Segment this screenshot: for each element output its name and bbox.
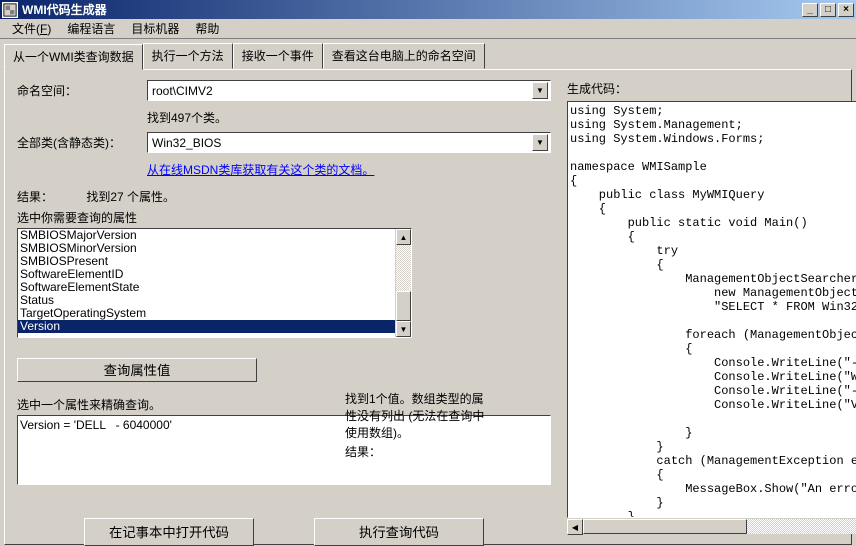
result-info: 找到27 个属性。 bbox=[86, 190, 175, 204]
list-item-selected[interactable]: Version bbox=[18, 320, 395, 333]
tab-query[interactable]: 从一个WMI类查询数据 bbox=[4, 44, 143, 70]
tab-method[interactable]: 执行一个方法 bbox=[143, 43, 233, 69]
namespace-combo[interactable]: root\CIMV2 ▼ bbox=[147, 80, 551, 101]
listbox-scrollbar[interactable]: ▲ ▼ bbox=[395, 229, 411, 337]
titlebar[interactable]: WMI代码生成器 _ □ × bbox=[0, 0, 856, 19]
dropdown-icon[interactable]: ▼ bbox=[532, 134, 548, 151]
exec-code-button[interactable]: 执行查询代码 bbox=[314, 518, 484, 546]
list-caption: 选中你需要查询的属性 bbox=[17, 209, 551, 226]
properties-listbox[interactable]: SMBIOSMajorVersion SMBIOSMinorVersion SM… bbox=[17, 228, 412, 338]
code-label: 生成代码： bbox=[567, 80, 856, 97]
namespace-label: 命名空间： bbox=[17, 82, 147, 99]
namespace-value: root\CIMV2 bbox=[150, 84, 532, 98]
close-button[interactable]: × bbox=[838, 3, 854, 17]
scroll-left-icon[interactable]: ◀ bbox=[567, 519, 583, 535]
code-content: using System; using System.Management; u… bbox=[568, 102, 856, 517]
right-pane: 生成代码： using System; using System.Managem… bbox=[563, 70, 856, 544]
window-title: WMI代码生成器 bbox=[22, 1, 802, 18]
tab-content: 命名空间： root\CIMV2 ▼ 找到497个类。 全部类(含静态类)： W… bbox=[4, 69, 852, 545]
minimize-button[interactable]: _ bbox=[802, 3, 818, 17]
scroll-down-icon[interactable]: ▼ bbox=[396, 321, 411, 337]
open-notepad-button[interactable]: 在记事本中打开代码 bbox=[84, 518, 254, 546]
class-label: 全部类(含静态类)： bbox=[17, 134, 147, 151]
code-scrollbar-h[interactable]: ◀ ▶ bbox=[567, 518, 856, 534]
tab-namespace[interactable]: 查看这台电脑上的命名空间 bbox=[323, 43, 485, 69]
query-value-button[interactable]: 查询属性值 bbox=[17, 358, 257, 382]
scroll-up-icon[interactable]: ▲ bbox=[396, 229, 411, 245]
namespace-found: 找到497个类。 bbox=[147, 109, 551, 126]
tabbar: 从一个WMI类查询数据 执行一个方法 接收一个事件 查看这台电脑上的命名空间 bbox=[0, 39, 856, 69]
maximize-button[interactable]: □ bbox=[820, 3, 836, 17]
class-combo[interactable]: Win32_BIOS ▼ bbox=[147, 132, 551, 153]
menu-help[interactable]: 帮助 bbox=[187, 18, 227, 39]
menu-lang[interactable]: 编程语言 bbox=[59, 18, 123, 39]
result-label: 结果： bbox=[17, 190, 53, 204]
menu-target[interactable]: 目标机器 bbox=[123, 18, 187, 39]
app-icon bbox=[2, 2, 18, 18]
class-value: Win32_BIOS bbox=[150, 136, 532, 150]
left-pane: 命名空间： root\CIMV2 ▼ 找到497个类。 全部类(含静态类)： W… bbox=[5, 70, 563, 544]
results-info: 找到1个值。数组类型的属性没有列出 (无法在查询中使用数组)。 结果： bbox=[345, 390, 545, 460]
code-box[interactable]: using System; using System.Management; u… bbox=[567, 101, 856, 518]
list-item[interactable]: SoftwareElementState bbox=[18, 281, 395, 294]
list-item[interactable]: TargetOperatingSystem bbox=[18, 307, 395, 320]
msdn-link[interactable]: 从在线MSDN类库获取有关这个类的文档。 bbox=[147, 161, 374, 178]
menu-file[interactable]: 文件(F) bbox=[4, 18, 59, 39]
menubar: 文件(F) 编程语言 目标机器 帮助 bbox=[0, 19, 856, 39]
tab-event[interactable]: 接收一个事件 bbox=[233, 43, 323, 69]
dropdown-icon[interactable]: ▼ bbox=[532, 82, 548, 99]
